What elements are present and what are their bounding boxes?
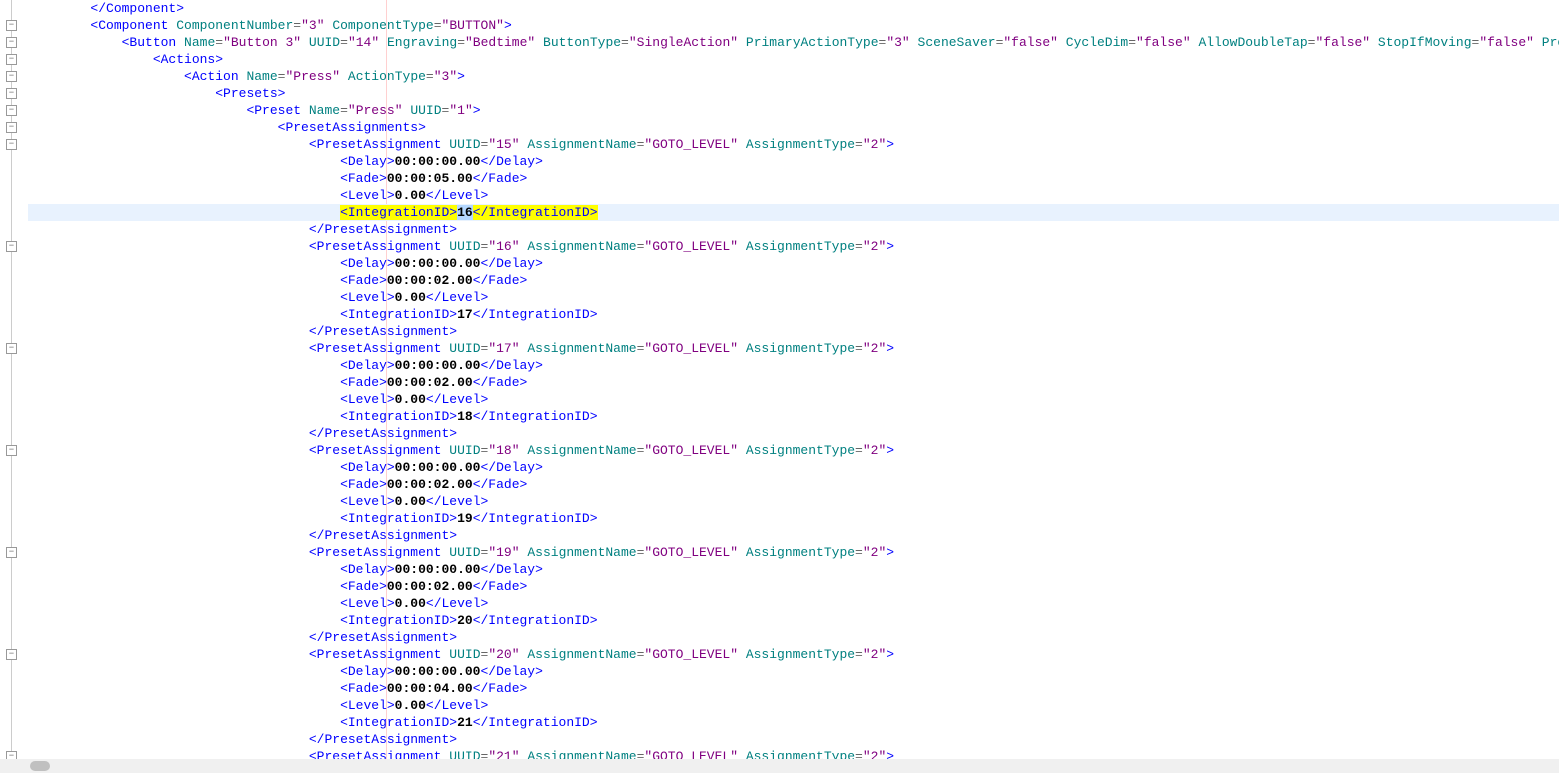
code-line[interactable]: </PresetAssignment>	[28, 221, 1559, 238]
fold-toggle[interactable]	[6, 343, 17, 354]
code-line[interactable]: </PresetAssignment>	[28, 323, 1559, 340]
code-line[interactable]: </Component>	[28, 0, 1559, 17]
code-editor[interactable]: </Component> <Component ComponentNumber=…	[0, 0, 1559, 773]
code-line[interactable]: <Delay>00:00:00.00</Delay>	[28, 357, 1559, 374]
fold-toggle[interactable]	[6, 20, 17, 31]
code-line[interactable]: </PresetAssignment>	[28, 527, 1559, 544]
code-line[interactable]: <Delay>00:00:00.00</Delay>	[28, 561, 1559, 578]
code-line[interactable]: <Fade>00:00:04.00</Fade>	[28, 680, 1559, 697]
code-line[interactable]: <Presets>	[28, 85, 1559, 102]
code-line[interactable]: <Level>0.00</Level>	[28, 187, 1559, 204]
code-line[interactable]: <IntegrationID>21</IntegrationID>	[28, 714, 1559, 731]
code-line[interactable]: <IntegrationID>18</IntegrationID>	[28, 408, 1559, 425]
code-line[interactable]: <IntegrationID>19</IntegrationID>	[28, 510, 1559, 527]
horizontal-scrollbar[interactable]	[0, 759, 1559, 773]
code-line[interactable]: <Fade>00:00:02.00</Fade>	[28, 578, 1559, 595]
fold-toggle[interactable]	[6, 122, 17, 133]
fold-toggle[interactable]	[6, 71, 17, 82]
fold-toggle[interactable]	[6, 241, 17, 252]
code-line[interactable]: </PresetAssignment>	[28, 731, 1559, 748]
fold-toggle[interactable]	[6, 139, 17, 150]
fold-toggle[interactable]	[6, 649, 17, 660]
code-line[interactable]: <Fade>00:00:02.00</Fade>	[28, 374, 1559, 391]
code-line[interactable]: </PresetAssignment>	[28, 425, 1559, 442]
code-line[interactable]: <Level>0.00</Level>	[28, 595, 1559, 612]
code-line[interactable]: <Actions>	[28, 51, 1559, 68]
code-line[interactable]: <Level>0.00</Level>	[28, 697, 1559, 714]
scrollbar-thumb[interactable]	[30, 761, 50, 771]
code-line[interactable]: <PresetAssignment UUID="19" AssignmentNa…	[28, 544, 1559, 561]
code-line[interactable]: <Preset Name="Press" UUID="1">	[28, 102, 1559, 119]
fold-toggle[interactable]	[6, 88, 17, 99]
code-line[interactable]: <Action Name="Press" ActionType="3">	[28, 68, 1559, 85]
code-line[interactable]: <Level>0.00</Level>	[28, 493, 1559, 510]
code-line[interactable]: <IntegrationID>16</IntegrationID>	[28, 204, 1559, 221]
code-line[interactable]: <Delay>00:00:00.00</Delay>	[28, 459, 1559, 476]
code-line[interactable]: <PresetAssignment UUID="15" AssignmentNa…	[28, 136, 1559, 153]
code-line[interactable]: <IntegrationID>20</IntegrationID>	[28, 612, 1559, 629]
fold-toggle[interactable]	[6, 54, 17, 65]
code-line[interactable]: <PresetAssignment UUID="20" AssignmentNa…	[28, 646, 1559, 663]
code-line[interactable]: <PresetAssignments>	[28, 119, 1559, 136]
code-line[interactable]: </PresetAssignment>	[28, 629, 1559, 646]
code-line[interactable]: <Delay>00:00:00.00</Delay>	[28, 663, 1559, 680]
code-line[interactable]: <Level>0.00</Level>	[28, 391, 1559, 408]
fold-gutter[interactable]	[0, 0, 24, 773]
fold-toggle[interactable]	[6, 547, 17, 558]
code-area[interactable]: </Component> <Component ComponentNumber=…	[24, 0, 1559, 773]
code-line[interactable]: <PresetAssignment UUID="16" AssignmentNa…	[28, 238, 1559, 255]
code-line[interactable]: <Fade>00:00:05.00</Fade>	[28, 170, 1559, 187]
fold-toggle[interactable]	[6, 445, 17, 456]
code-line[interactable]: <Fade>00:00:02.00</Fade>	[28, 476, 1559, 493]
code-line[interactable]: <IntegrationID>17</IntegrationID>	[28, 306, 1559, 323]
code-line[interactable]: <Level>0.00</Level>	[28, 289, 1559, 306]
fold-toggle[interactable]	[6, 105, 17, 116]
code-line[interactable]: <Delay>00:00:00.00</Delay>	[28, 153, 1559, 170]
code-line[interactable]: <Fade>00:00:02.00</Fade>	[28, 272, 1559, 289]
code-line[interactable]: <PresetAssignment UUID="18" AssignmentNa…	[28, 442, 1559, 459]
code-line[interactable]: <Component ComponentNumber="3" Component…	[28, 17, 1559, 34]
code-line[interactable]: <PresetAssignment UUID="17" AssignmentNa…	[28, 340, 1559, 357]
fold-toggle[interactable]	[6, 37, 17, 48]
code-line[interactable]: <Button Name="Button 3" UUID="14" Engrav…	[28, 34, 1559, 51]
code-line[interactable]: <Delay>00:00:00.00</Delay>	[28, 255, 1559, 272]
